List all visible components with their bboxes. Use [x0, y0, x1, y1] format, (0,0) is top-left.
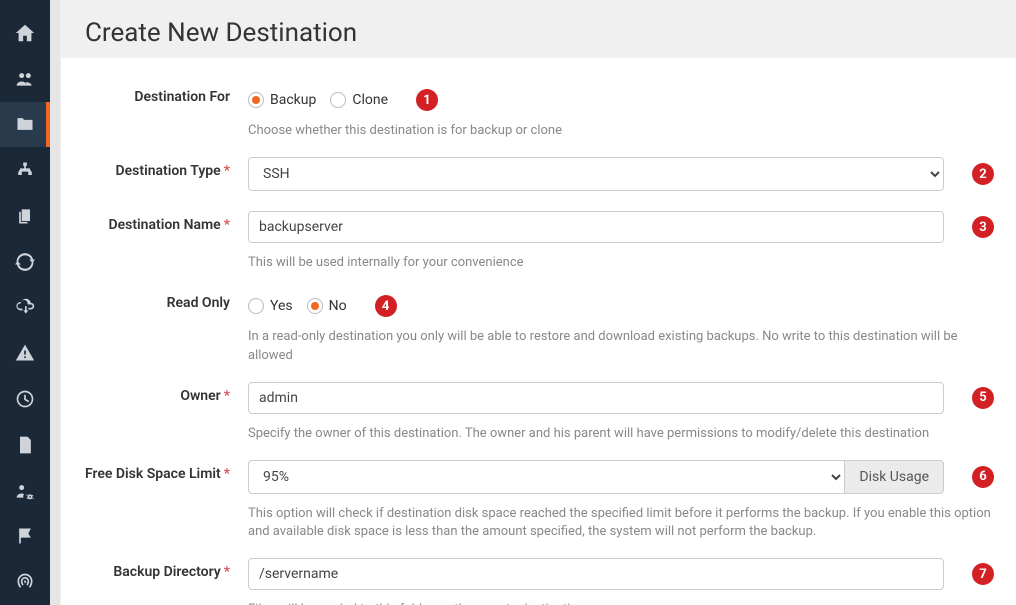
refresh-icon [15, 252, 35, 272]
label-backup-dir: Backup Directory* [83, 558, 248, 580]
radio-unchecked-icon [248, 298, 264, 314]
main-content: Create New Destination Destination For B… [60, 0, 1016, 605]
copy-icon [15, 206, 35, 226]
radio-destination-backup[interactable]: Backup [248, 92, 316, 108]
radio-readonly-yes[interactable]: Yes [248, 298, 293, 314]
cloud-download-icon [15, 297, 35, 317]
users-cog-icon [15, 481, 35, 501]
sidebar-item-home[interactable] [0, 10, 50, 56]
annotation-1: 1 [416, 89, 438, 111]
sidebar-item-tasks[interactable] [0, 147, 50, 193]
sidebar-collapse-bar[interactable] [50, 0, 60, 605]
help-owner: Specify the owner of this destination. T… [248, 425, 994, 443]
users-icon [15, 69, 35, 89]
annotation-3: 3 [972, 216, 994, 238]
folder-icon [15, 114, 35, 134]
sidebar-item-alert[interactable] [0, 330, 50, 376]
clock-icon [15, 389, 35, 409]
help-free-disk: This option will check if destination di… [248, 505, 994, 541]
disk-usage-button[interactable]: Disk Usage [844, 460, 944, 494]
input-backup-directory[interactable] [248, 558, 944, 590]
radio-unchecked-icon [330, 92, 346, 108]
page-title: Create New Destination [60, 0, 1016, 58]
radio-readonly-no[interactable]: No [307, 298, 347, 314]
label-owner: Owner* [83, 382, 248, 404]
sidebar-item-fingerprint[interactable] [0, 559, 50, 605]
sidebar-item-flag[interactable] [0, 513, 50, 559]
annotation-2: 2 [972, 163, 994, 185]
help-destination-name: This will be used internally for your co… [248, 254, 994, 272]
help-backup-dir: Files will be copied to this folder on t… [248, 601, 994, 605]
sidebar-item-cloud[interactable] [0, 285, 50, 331]
help-read-only: In a read-only destination you only will… [248, 328, 994, 364]
radio-checked-icon [248, 92, 264, 108]
sitemap-icon [15, 160, 35, 180]
left-sidebar [0, 0, 50, 605]
input-destination-name[interactable] [248, 211, 944, 243]
sidebar-item-document[interactable] [0, 422, 50, 468]
flag-icon [15, 526, 35, 546]
label-free-disk: Free Disk Space Limit* [83, 460, 248, 482]
label-read-only: Read Only [83, 289, 248, 311]
sidebar-item-folder[interactable] [0, 102, 50, 148]
fingerprint-icon [15, 572, 35, 592]
annotation-7: 7 [972, 563, 994, 585]
label-destination-type: Destination Type* [83, 157, 248, 179]
document-icon [15, 435, 35, 455]
help-destination-for: Choose whether this destination is for b… [248, 122, 994, 140]
radio-checked-icon [307, 298, 323, 314]
input-owner[interactable] [248, 382, 944, 414]
annotation-6: 6 [972, 466, 994, 488]
label-destination-for: Destination For [83, 83, 248, 105]
select-free-disk-limit[interactable]: 95% [248, 460, 844, 494]
label-destination-name: Destination Name* [83, 211, 248, 233]
sidebar-item-users-cog[interactable] [0, 468, 50, 514]
sidebar-item-users[interactable] [0, 56, 50, 102]
sidebar-item-clock[interactable] [0, 376, 50, 422]
sidebar-item-copy[interactable] [0, 193, 50, 239]
alert-icon [15, 343, 35, 363]
annotation-5: 5 [972, 387, 994, 409]
sidebar-item-refresh[interactable] [0, 239, 50, 285]
select-destination-type[interactable]: SSH [248, 157, 944, 191]
home-icon [14, 22, 36, 44]
annotation-4: 4 [375, 295, 397, 317]
create-destination-form: Destination For Backup Clone 1 Choose wh… [61, 58, 1016, 605]
radio-destination-clone[interactable]: Clone [330, 92, 388, 108]
